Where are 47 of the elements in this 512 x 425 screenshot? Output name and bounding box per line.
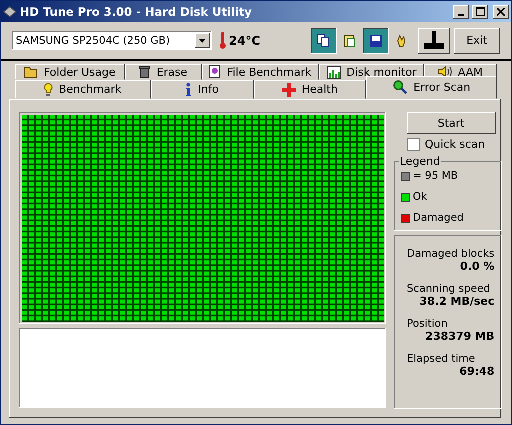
copy-icon — [317, 34, 331, 48]
start-button[interactable]: Start — [407, 112, 496, 134]
tab[interactable]: Folder Usage — [15, 64, 125, 80]
stat-label: Damaged blocks — [407, 248, 495, 260]
info-icon — [185, 82, 192, 96]
tab[interactable]: Benchmark — [15, 80, 151, 99]
tab[interactable]: File Benchmark — [202, 64, 320, 80]
toolbar-button[interactable] — [311, 28, 337, 54]
cross-icon — [282, 82, 296, 96]
chart-icon — [326, 66, 341, 78]
trash-icon — [138, 65, 151, 79]
quick-scan-checkbox[interactable]: Quick scan — [394, 138, 502, 151]
speaker-icon — [438, 66, 452, 78]
stat-value: 69:48 — [458, 365, 495, 378]
magnifier-icon — [392, 80, 408, 95]
stat-value: 238379 MB — [424, 330, 495, 343]
dropdown-arrow-icon — [199, 38, 206, 42]
stat-label: Scanning speed — [407, 283, 492, 295]
exit-button[interactable]: Exit — [454, 28, 500, 54]
hard-disk-icon — [423, 30, 445, 50]
maximize-button[interactable] — [472, 4, 488, 18]
tab[interactable]: Health — [254, 80, 366, 99]
lightbulb-icon — [44, 82, 54, 96]
legend-label: Ok — [413, 191, 428, 203]
window-title: HD Tune Pro 3.00 - Hard Disk Utility — [20, 4, 254, 18]
document-icon — [209, 65, 222, 79]
clipboard-icon — [343, 34, 357, 48]
legend-title: Legend — [399, 155, 442, 168]
close-icon — [497, 8, 505, 16]
stat-label: Elapsed time — [407, 353, 476, 365]
stat-label: Position — [407, 318, 449, 330]
tab[interactable]: Info — [150, 80, 254, 99]
minimize-icon — [458, 14, 464, 16]
maximize-icon — [476, 7, 484, 16]
drive-select[interactable]: SAMSUNG SP2504C (250 GB) — [12, 31, 212, 50]
minimize-button[interactable] — [453, 4, 469, 18]
thermometer-icon — [220, 32, 226, 49]
stat-value: 0.0 % — [459, 260, 495, 273]
tab[interactable]: Error Scan — [366, 76, 497, 99]
temperature-reading: 24°C — [229, 34, 261, 48]
legend-label: = 95 MB — [413, 170, 458, 182]
tab[interactable]: Erase — [124, 64, 202, 80]
stat-value: 38.2 MB/sec — [418, 295, 495, 308]
floppy-icon — [369, 34, 383, 48]
toolbar-button[interactable] — [363, 28, 389, 54]
legend-label: Damaged — [413, 212, 464, 224]
close-button[interactable] — [493, 4, 509, 18]
